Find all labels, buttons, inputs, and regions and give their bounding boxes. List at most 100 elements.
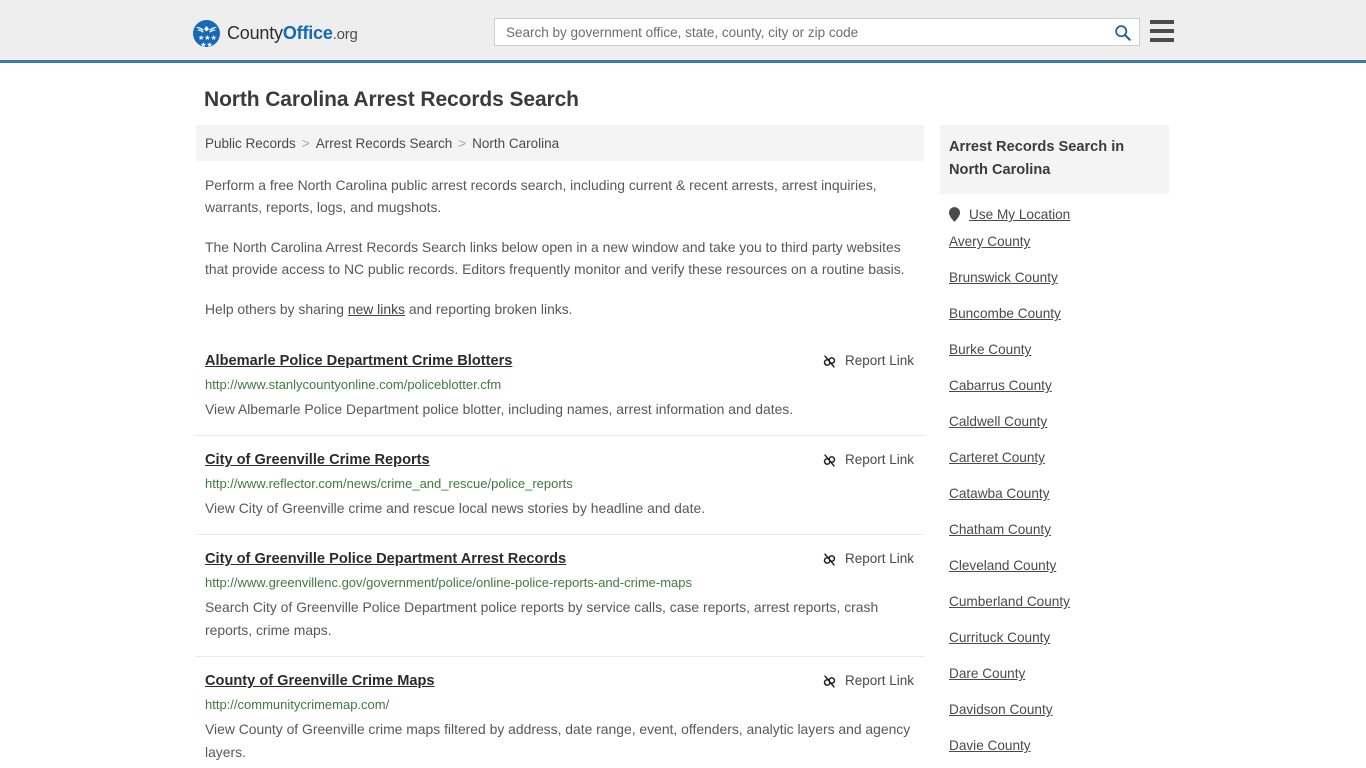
use-my-location-row[interactable]: Use My Location	[940, 205, 1169, 224]
result-item: Albemarle Police Department Crime Blotte…	[196, 337, 924, 437]
county-list-item: Burke County	[940, 332, 1169, 368]
breadcrumb: Public Records > Arrest Records Search >…	[196, 125, 924, 161]
county-link[interactable]: Cleveland County	[949, 548, 1169, 584]
result-description: Search City of Greenville Police Departm…	[205, 599, 879, 639]
map-pin-icon	[949, 207, 960, 222]
result-top-spacer	[205, 657, 916, 671]
search-input[interactable]	[495, 19, 1105, 45]
report-link-button[interactable]: Report Link	[822, 351, 914, 371]
county-list-item: Dare County	[940, 656, 1169, 692]
intro-paragraph-2: The North Carolina Arrest Records Search…	[205, 238, 905, 278]
county-link[interactable]: Brunswick County	[949, 260, 1169, 296]
result-bottom-spacer	[205, 642, 916, 656]
result-header: Albemarle Police Department Crime Blotte…	[205, 351, 916, 371]
page-title: North Carolina Arrest Records Search	[204, 88, 579, 111]
county-list-item: Buncombe County	[940, 296, 1169, 332]
search-button[interactable]	[1105, 19, 1139, 45]
results-list: Albemarle Police Department Crime Blotte…	[196, 337, 924, 768]
result-title-link[interactable]: City of Greenville Crime Reports	[205, 450, 430, 470]
menu-bar-2	[1150, 29, 1174, 33]
result-bottom-spacer	[205, 520, 916, 534]
result-url: http://communitycrimemap.com/	[205, 697, 390, 713]
result-url: http://www.greenvillenc.gov/government/p…	[205, 575, 692, 591]
sidebar: Arrest Records Search in North Carolina …	[940, 125, 1169, 764]
report-link-label: Report Link	[844, 353, 914, 369]
breadcrumb-separator: >	[458, 135, 467, 151]
new-links-link[interactable]: new links	[348, 301, 405, 317]
broken-link-icon	[823, 674, 836, 688]
county-link[interactable]: Burke County	[949, 332, 1169, 368]
result-top-spacer	[205, 436, 916, 450]
result-url: http://www.reflector.com/news/crime_and_…	[205, 476, 573, 492]
broken-link-icon	[823, 552, 836, 566]
use-my-location-link[interactable]: Use My Location	[969, 205, 1070, 224]
county-list-item: Cumberland County	[940, 584, 1169, 620]
county-link[interactable]: Currituck County	[949, 620, 1169, 656]
result-item: City of Greenville Police Department Arr…	[196, 535, 924, 658]
county-link[interactable]: Chatham County	[949, 512, 1169, 548]
county-list-item: Davidson County	[940, 692, 1169, 728]
county-link[interactable]: Davidson County	[949, 692, 1169, 728]
result-url: http://www.stanlycountyonline.com/police…	[205, 377, 502, 393]
county-list-item: Cabarrus County	[940, 368, 1169, 404]
result-item: County of Greenville Crime Maps Report Li…	[196, 657, 924, 768]
result-description: View City of Greenville crime and rescue…	[205, 500, 706, 517]
site-logo-text: CountyOffice.org	[227, 23, 358, 44]
result-description: View County of Greenville crime maps fil…	[205, 721, 911, 761]
logo-text-dotorg: .org	[332, 26, 358, 43]
hamburger-menu-icon[interactable]	[1150, 20, 1174, 42]
intro-text-after: and reporting broken links.	[404, 300, 573, 317]
county-list-item: Cleveland County	[940, 548, 1169, 584]
result-item: City of Greenville Crime Reports Report L…	[196, 436, 924, 536]
county-link[interactable]: Buncombe County	[949, 296, 1169, 332]
county-link[interactable]: Davie County	[949, 728, 1169, 764]
county-link[interactable]: Catawba County	[949, 476, 1169, 512]
result-title-link[interactable]: County of Greenville Crime Maps	[205, 671, 435, 691]
county-link[interactable]: Cabarrus County	[949, 368, 1169, 404]
county-list-item: Chatham County	[940, 512, 1169, 548]
result-description: View Albemarle Police Department police …	[205, 401, 794, 418]
report-link-button[interactable]: Report Link	[822, 549, 914, 569]
breadcrumb-item-public-records[interactable]: Public Records	[205, 136, 296, 151]
result-bottom-spacer	[205, 421, 916, 435]
logo-text-office: Office	[282, 23, 333, 43]
result-bottom-spacer	[205, 764, 916, 768]
logo-text-county: County	[227, 23, 283, 43]
stars-glyph: ★★★ ★★	[198, 34, 217, 48]
county-list-item: Brunswick County	[940, 260, 1169, 296]
result-header: City of Greenville Crime Reports Report L…	[205, 450, 916, 470]
menu-bar-3	[1150, 38, 1174, 42]
breadcrumb-item-arrest-records-search[interactable]: Arrest Records Search	[316, 136, 453, 151]
report-link-button[interactable]: Report Link	[822, 671, 914, 691]
result-title-link[interactable]: Albemarle Police Department Crime Blotte…	[205, 351, 512, 371]
county-list-item: Currituck County	[940, 620, 1169, 656]
county-list-item: Carteret County	[940, 440, 1169, 476]
county-link[interactable]: Cumberland County	[949, 584, 1169, 620]
eagle-seal-icon: ★★★ ★★	[193, 20, 220, 47]
county-list-item: Caldwell County	[940, 404, 1169, 440]
search-bar[interactable]	[494, 18, 1140, 46]
report-link-label: Report Link	[844, 452, 914, 468]
county-list: Avery County Brunswick County Buncombe Cou…	[940, 224, 1169, 764]
result-header: City of Greenville Police Department Arr…	[205, 549, 916, 569]
county-link[interactable]: Dare County	[949, 656, 1169, 692]
search-icon	[1114, 24, 1131, 41]
breadcrumb-item-north-carolina: North Carolina	[472, 135, 560, 151]
result-title-link[interactable]: City of Greenville Police Department Arr…	[205, 549, 566, 569]
sidebar-heading: Arrest Records Search in North Carolina	[940, 125, 1169, 194]
county-link[interactable]: Avery County	[949, 224, 1169, 260]
main-content-column: Public Records > Arrest Records Search >…	[196, 125, 924, 768]
report-link-label: Report Link	[844, 551, 914, 567]
county-link[interactable]: Carteret County	[949, 440, 1169, 476]
county-link[interactable]: Caldwell County	[949, 404, 1169, 440]
county-list-item: Catawba County	[940, 476, 1169, 512]
menu-bar-1	[1150, 20, 1174, 24]
county-list-item: Davie County	[940, 728, 1169, 764]
report-link-button[interactable]: Report Link	[822, 450, 914, 470]
intro-paragraph-1: Perform a free North Carolina public arr…	[205, 177, 877, 216]
county-list-item: Avery County	[940, 224, 1169, 260]
result-header: County of Greenville Crime Maps Report Li…	[205, 671, 916, 691]
broken-link-icon	[823, 354, 836, 368]
site-logo[interactable]: ★★★ ★★ CountyOffice.org	[193, 20, 358, 47]
intro-text-before: Help others by sharing	[205, 300, 348, 317]
